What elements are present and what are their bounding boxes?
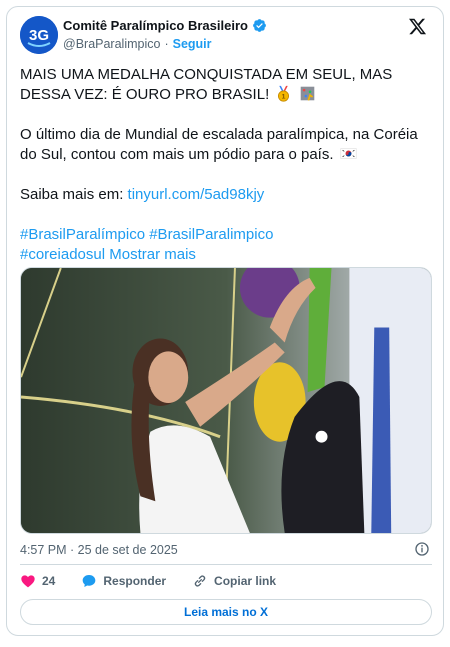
hashtag-coreiadosul[interactable]: #coreiadosul [20, 246, 105, 263]
tweet-paragraph-2: O último dia de Mundial de escalada para… [20, 125, 430, 165]
reply-icon [83, 575, 96, 587]
avatar[interactable]: 3G [20, 16, 58, 54]
x-logo-icon[interactable] [408, 17, 427, 36]
climber-photo-illustration [21, 268, 431, 533]
author-name-row: Comitê Paralímpico Brasileiro [63, 18, 267, 33]
tweet-photo[interactable] [20, 267, 432, 534]
reply-label: Responder [103, 574, 167, 588]
tweet-text: MAIS UMA MEDALHA CONQUISTADA EM SEUL, MA… [20, 65, 430, 265]
like-count: 24 [42, 574, 56, 588]
follow-button[interactable]: Seguir [173, 37, 212, 51]
author-name[interactable]: Comitê Paralímpico Brasileiro [63, 18, 248, 33]
author-handle[interactable]: @BraParalimpico [63, 37, 160, 51]
svg-text:1: 1 [282, 94, 286, 101]
verified-badge-icon [253, 19, 266, 32]
separator-dot: · [164, 37, 169, 51]
gold-medal-icon: 1 [278, 85, 290, 102]
tweet-paragraph-3: Saiba mais em: tinyurl.com/5ad98kjy [20, 185, 430, 205]
tweet-hashtags: #BrasilParalímpico #BrasilParalimpico #c… [20, 225, 430, 265]
tweet-link[interactable]: tinyurl.com/5ad98kjy [128, 186, 265, 203]
copy-link-button[interactable]: Copiar link [192, 573, 276, 589]
reply-button[interactable]: Responder [81, 573, 166, 589]
read-more-on-x-button[interactable]: Leia mais no X [20, 599, 432, 625]
tweet-body: O último dia de Mundial de escalada para… [20, 126, 418, 163]
action-bar: 24 Responder Copiar link [20, 571, 302, 591]
tweet-headline: MAIS UMA MEDALHA CONQUISTADA EM SEUL, MA… [20, 66, 393, 103]
svg-text:3G: 3G [29, 27, 49, 44]
hashtag-brasil-paralimpico-1[interactable]: #BrasilParalímpico [20, 226, 145, 243]
tweet-card: 3G Comitê Paralímpico Brasileiro @BraPar… [6, 6, 444, 636]
cpb-logo-icon: 3G [20, 16, 58, 54]
saiba-mais-label: Saiba mais em: [20, 186, 128, 203]
tweet-paragraph-1: MAIS UMA MEDALHA CONQUISTADA EM SEUL, MA… [20, 65, 430, 105]
link-icon [194, 575, 206, 587]
divider [20, 564, 432, 565]
info-icon[interactable] [414, 541, 430, 557]
like-button[interactable]: 24 [20, 573, 55, 589]
author-handle-row: @BraParalimpico · Seguir [63, 37, 212, 51]
tweet-timestamp[interactable]: 4:57 PM · 25 de set de 2025 [20, 543, 178, 557]
climbing-wall-icon [300, 86, 314, 101]
hashtag-brasil-paralimpico-2[interactable]: #BrasilParalimpico [149, 226, 273, 243]
copy-link-label: Copiar link [214, 574, 277, 588]
korea-flag-icon [340, 148, 357, 159]
heart-icon [21, 575, 35, 588]
show-more-link[interactable]: Mostrar mais [109, 246, 196, 263]
